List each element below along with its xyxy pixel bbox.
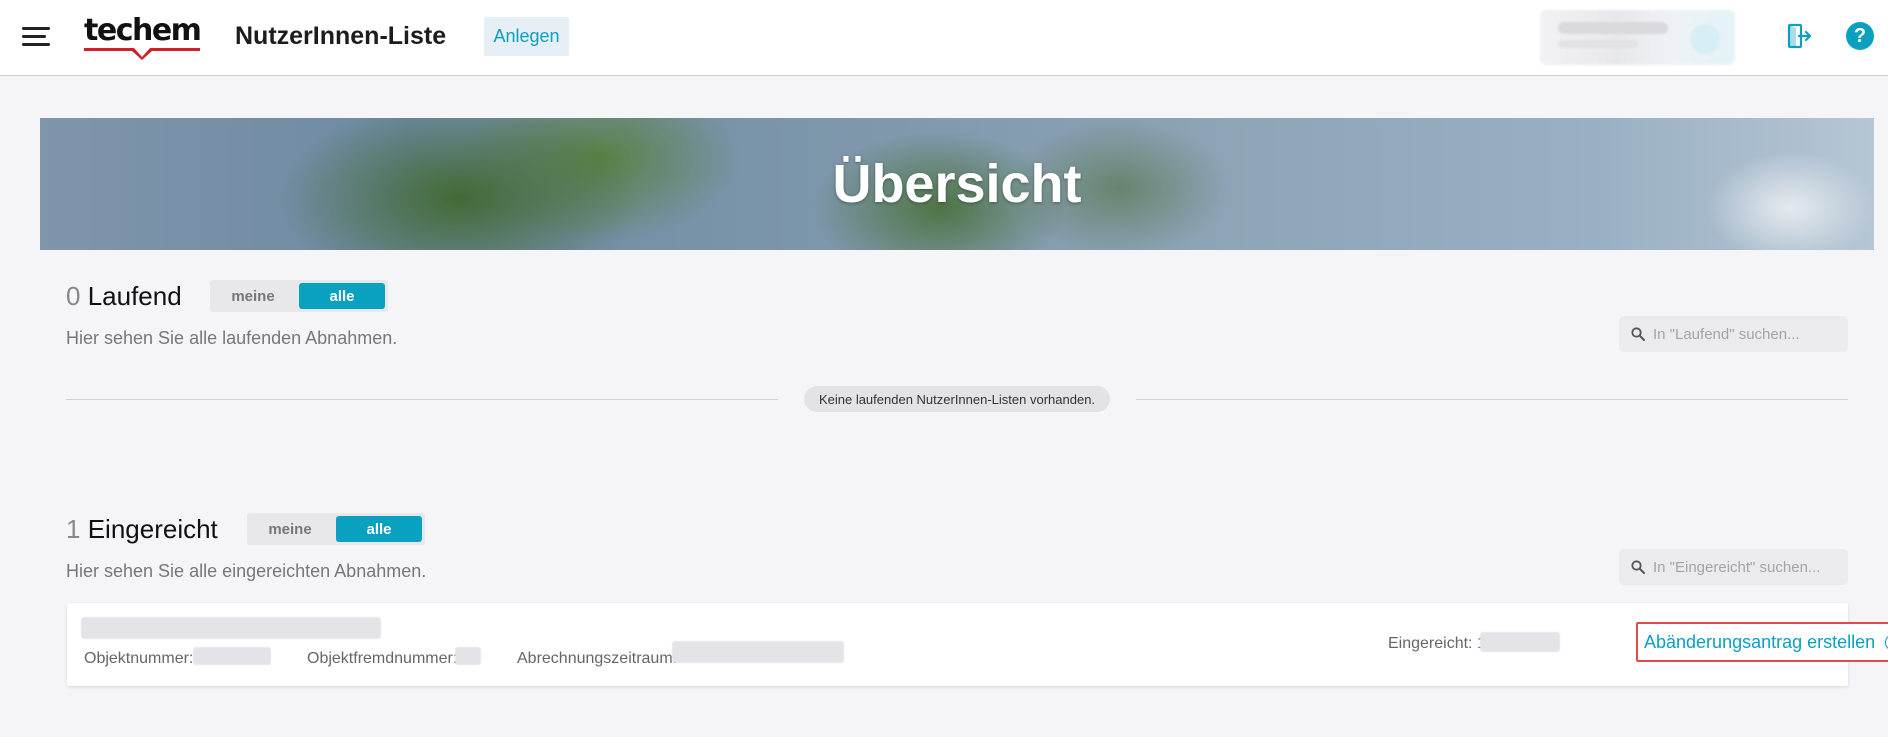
billing-period-blurred [672,641,844,663]
app-title: NutzerInnen-Liste [235,22,447,50]
object-number-blurred [193,647,271,665]
search-icon [1631,327,1645,341]
divider-right [1136,399,1848,400]
banner-title: Übersicht [832,154,1082,214]
logo-swoosh-icon [84,48,200,60]
techem-logo[interactable]: techem [84,13,202,60]
submitted-search-box [1619,549,1848,585]
running-section-title: 0 Laufend [66,281,182,311]
running-count: 0 [66,281,81,311]
object-number-label: Objektnummer: [84,650,194,667]
top-bar: techem NutzerInnen-Liste Anlegen ? [0,0,1888,76]
running-empty-message: Keine laufenden NutzerInnen-Listen vorha… [804,386,1110,412]
submitted-toggle-all[interactable]: alle [336,516,422,542]
hamburger-menu-icon[interactable] [22,25,50,47]
create-amendment-link[interactable]: Abänderungsantrag erstellen ! [1636,622,1888,662]
submitted-date-blurred [1480,632,1560,652]
logo-text: techem [84,13,202,48]
submitted-toggle-mine[interactable]: meine [250,516,330,542]
submitted-description: Hier sehen Sie alle eingereichten Abnahm… [66,561,427,581]
running-filter-toggle: meine alle [210,280,388,312]
submitted-section-title: 1 Eingereicht [66,514,218,544]
submitted-search-input[interactable] [1653,558,1843,576]
submitted-filter-toggle: meine alle [247,513,425,545]
submitted-count: 1 [66,514,81,544]
running-search-input[interactable] [1653,325,1843,343]
divider-left [66,399,778,400]
create-amendment-label: Abänderungsantrag erstellen [1644,631,1876,652]
submitted-date-label: Eingereicht: 1 [1388,635,1486,652]
foreign-number-blurred [455,647,481,665]
running-search-box [1619,316,1848,352]
search-icon [1631,560,1645,574]
user-account-blurred[interactable] [1540,10,1735,65]
billing-period-label: Abrechnungszeitraum: [517,650,678,667]
overview-banner: Übersicht [40,118,1874,250]
item-title-blurred [81,617,381,639]
help-icon[interactable]: ? [1846,22,1874,50]
create-button[interactable]: Anlegen [484,17,569,56]
running-toggle-all[interactable]: alle [299,283,385,309]
running-description: Hier sehen Sie alle laufenden Abnahmen. [66,328,398,348]
running-title-text: Laufend [87,281,182,311]
foreign-number-label: Objektfremdnummer: [307,650,458,667]
submitted-title-text: Eingereicht [87,514,218,544]
logout-icon[interactable] [1785,22,1813,50]
submitted-item-card[interactable]: Objektnummer: Objektfremdnummer: Abrechn… [67,603,1888,686]
running-toggle-mine[interactable]: meine [213,283,293,309]
